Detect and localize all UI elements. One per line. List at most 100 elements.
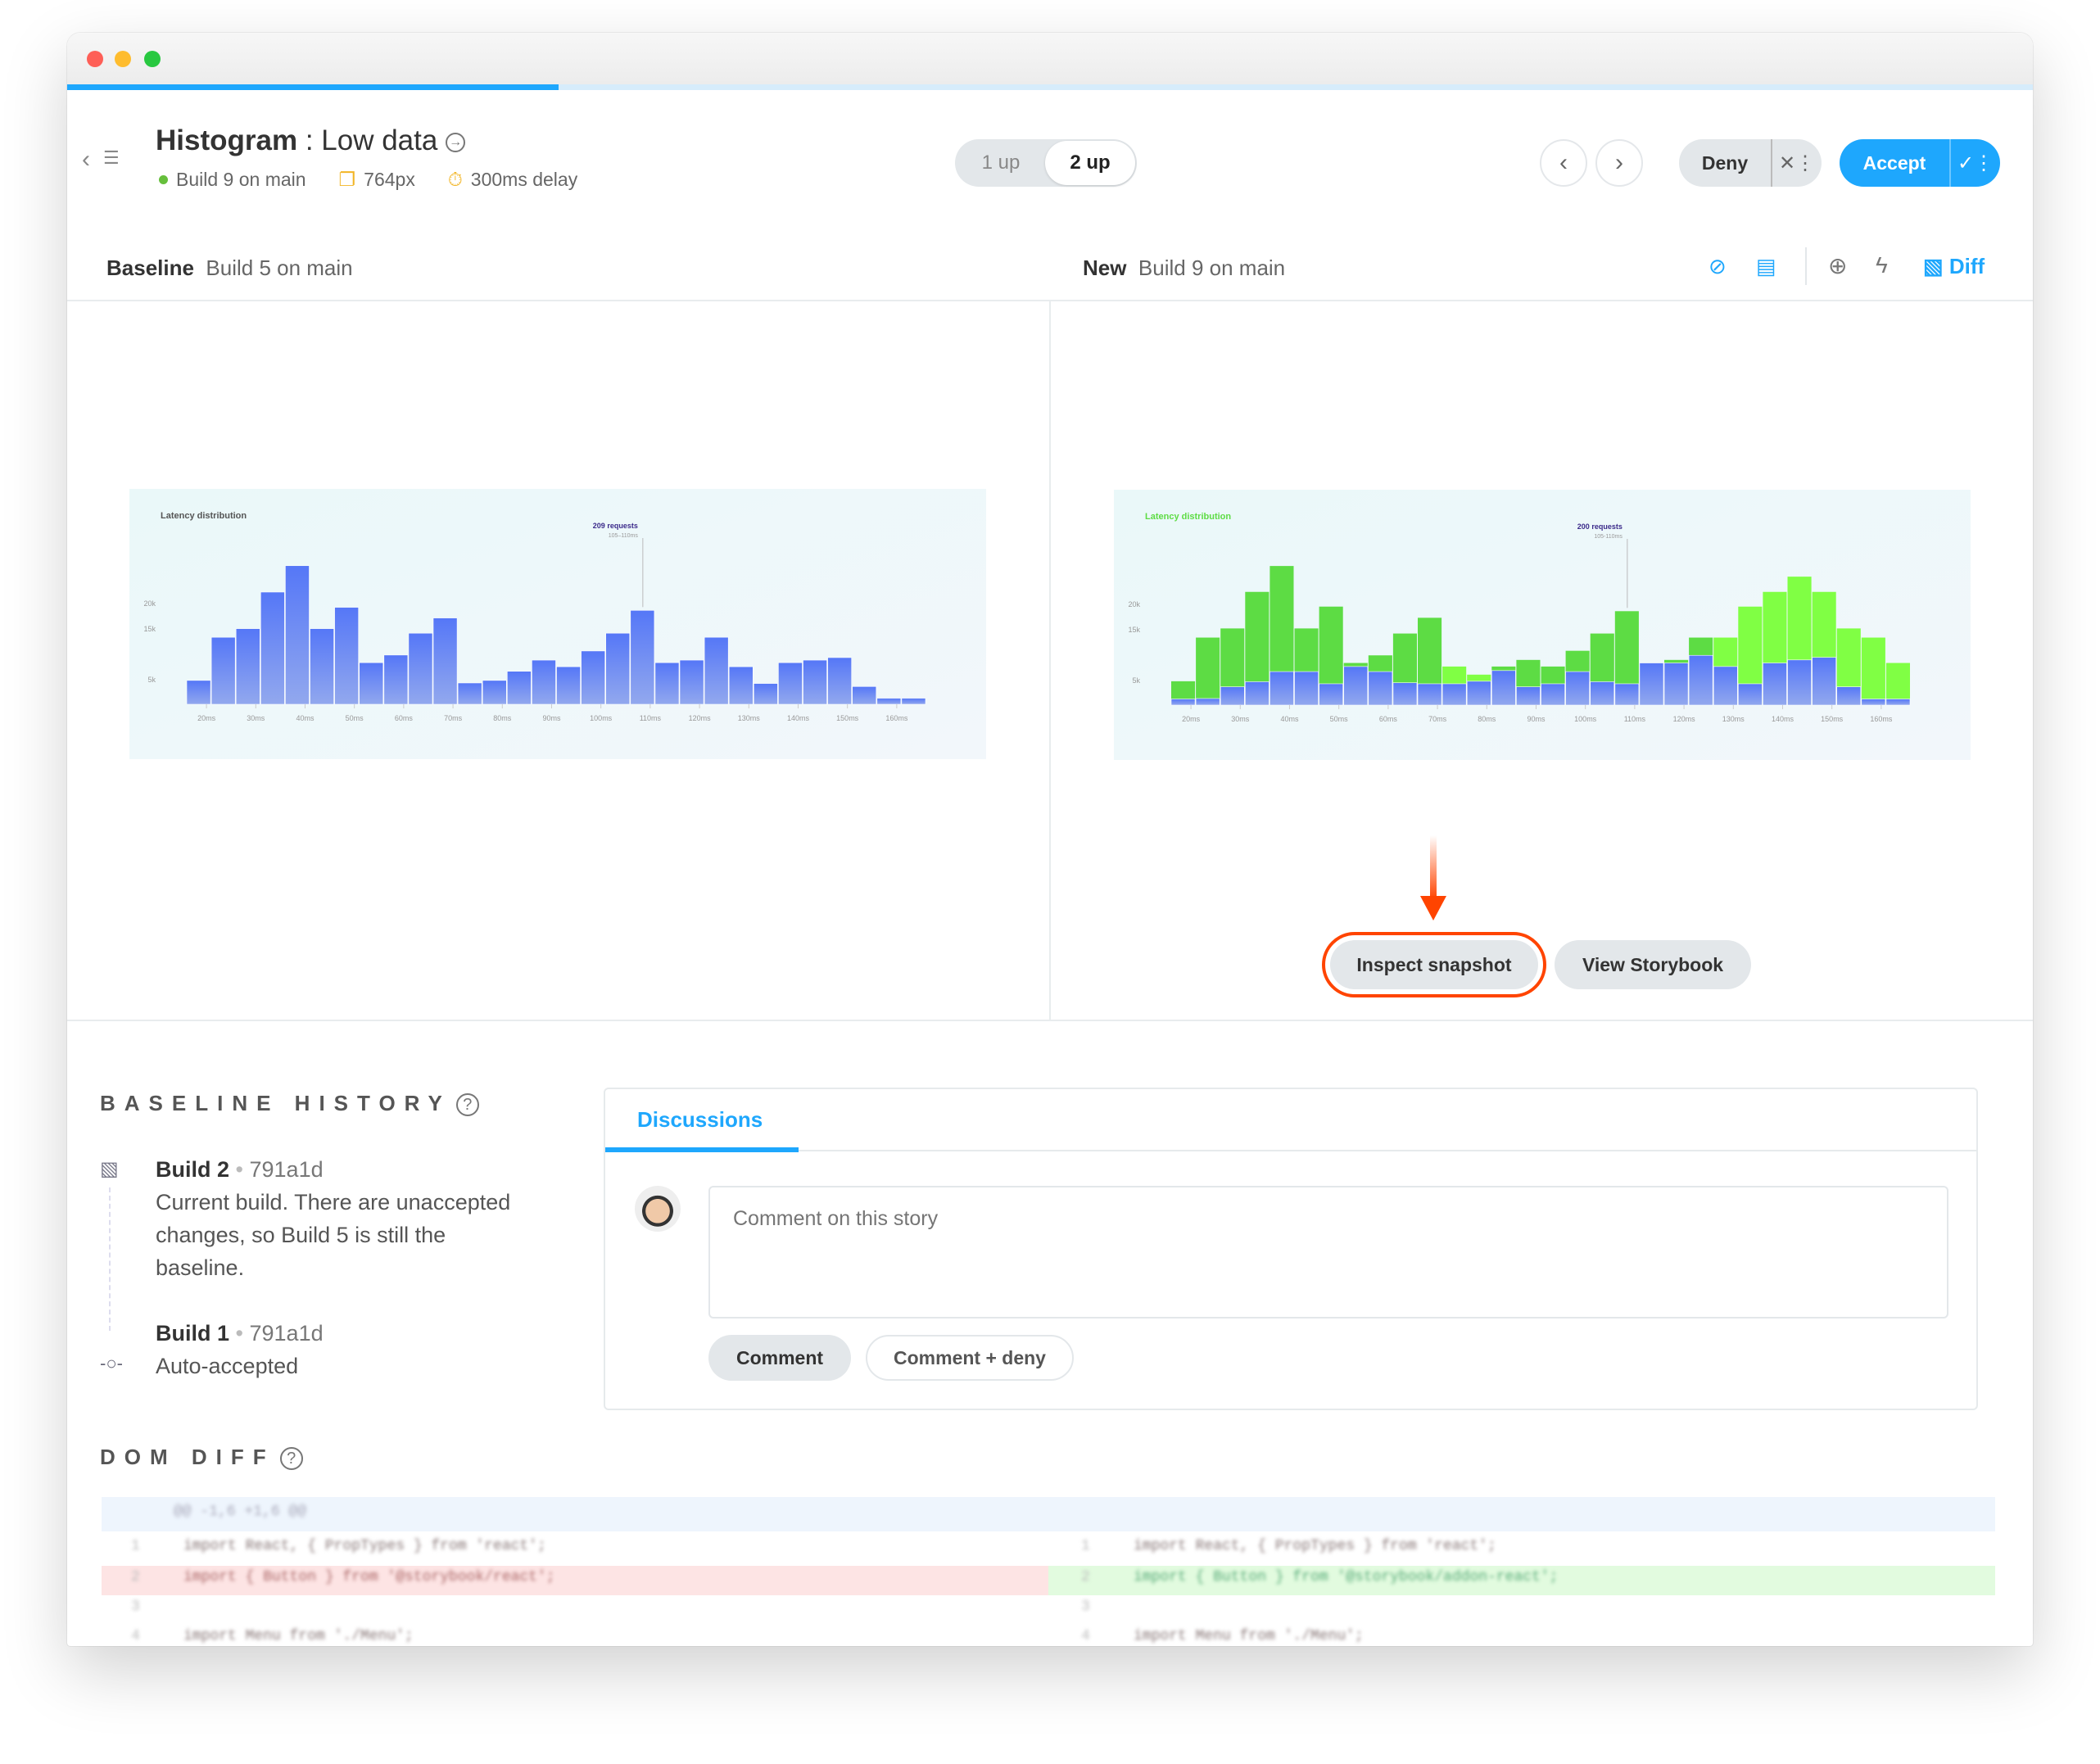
new-snapshot: Latency distribution 5k 15k 20k 20ms 30ms 40ms… [1114, 490, 1971, 760]
history-item: Build 1 • 791a1d Auto-accepted [156, 1317, 614, 1382]
histogram-bar [532, 659, 556, 705]
diff-line-number: 2 [1081, 1569, 1090, 1585]
accept-options-icon[interactable]: ✓⋮ [1951, 152, 2000, 175]
panel-divider [1049, 301, 1051, 1020]
progress-fill [67, 84, 559, 90]
histogram-bar [728, 666, 754, 705]
minimize-window-button[interactable] [115, 51, 131, 67]
view-mode-1up[interactable]: 1 up [955, 139, 1047, 187]
x-tick-label: 150ms [836, 714, 859, 722]
tab-discussions[interactable]: Discussions [637, 1107, 763, 1133]
history-text: changes, so Build 5 is still the [156, 1223, 446, 1247]
avatar [635, 1186, 681, 1232]
next-story-button[interactable]: › [1595, 139, 1643, 187]
accept-button[interactable]: Accept [1840, 152, 1949, 174]
hide-eye-icon[interactable]: ⊘ [1709, 254, 1727, 279]
diff-bar [1196, 637, 1220, 705]
histogram-bar [827, 657, 852, 705]
comment-deny-button[interactable]: Comment + deny [866, 1335, 1074, 1381]
delay-label: 300ms delay [470, 169, 578, 190]
histogram-bar [852, 686, 877, 705]
back-icon[interactable]: ‹ [82, 146, 90, 174]
view-storybook-button[interactable]: View Storybook [1555, 940, 1751, 989]
histogram-bar [1713, 666, 1738, 706]
histogram-bar [1663, 663, 1689, 706]
history-text: Current build. There are unaccepted [156, 1190, 511, 1214]
x-tick-label: 70ms [444, 714, 463, 722]
history-item: Build 2 • 791a1d Current build. There ar… [156, 1153, 614, 1284]
diff-line-code: import { Button } from '@storybook/react… [183, 1569, 555, 1585]
histogram-bar [1195, 698, 1220, 706]
histogram-bar [1170, 699, 1196, 706]
maximize-window-button[interactable] [144, 51, 161, 67]
histogram-bar [630, 610, 655, 705]
diff-line-code: import Menu from './Menu'; [1134, 1628, 1364, 1644]
x-tick-label: 100ms [1574, 715, 1597, 723]
histogram-bar [1220, 686, 1245, 706]
histogram-bar [1417, 683, 1442, 706]
histogram-bar [1565, 671, 1590, 706]
x-tick-label: 30ms [1231, 715, 1250, 723]
x-tick-label: 130ms [1722, 715, 1745, 723]
diff-toggle[interactable]: ▧ Diff [1923, 254, 1985, 279]
x-tick-label: 160ms [1870, 715, 1893, 723]
progress-bar [67, 84, 2033, 90]
histogram-bar [1368, 671, 1393, 706]
y-tick-label: 5k [147, 676, 156, 684]
history-sha[interactable]: 791a1d [250, 1157, 324, 1182]
diff-line-number: 3 [131, 1599, 140, 1615]
close-window-button[interactable] [87, 51, 103, 67]
comment-input[interactable] [708, 1186, 1948, 1318]
comments-icon[interactable]: ▤ [1756, 254, 1776, 279]
histogram-bar [704, 636, 729, 705]
previous-story-button[interactable]: ‹ [1540, 139, 1587, 187]
inspect-snapshot-button[interactable]: Inspect snapshot [1330, 940, 1538, 989]
x-tick-label: 90ms [1527, 715, 1546, 723]
tooltip-value: 209 requests [593, 522, 638, 530]
histogram-bar [1614, 683, 1640, 706]
x-tick-label: 60ms [1379, 715, 1398, 723]
histogram-bar [1441, 683, 1467, 706]
histogram-bar [285, 565, 310, 705]
x-tick-label: 90ms [542, 714, 561, 722]
y-tick-label: 15k [143, 625, 156, 633]
help-icon[interactable]: ? [279, 1447, 303, 1471]
diff-line-number: 2 [131, 1569, 140, 1585]
diff-label: Diff [1948, 254, 1985, 278]
app-window: ‹ ☰ Histogram : Low data → Build 9 on ma… [67, 33, 2033, 1646]
diff-line-code: import Menu from './Menu'; [183, 1628, 414, 1644]
histogram-bar [260, 591, 285, 705]
baseline-build: Build 5 on main [206, 256, 353, 280]
open-story-icon[interactable]: → [446, 132, 466, 152]
x-tick-label: 30ms [247, 714, 265, 722]
crosshair-icon[interactable]: ⊕ [1828, 252, 1847, 279]
baseline-heading: Baseline Build 5 on main [106, 256, 353, 281]
deny-button[interactable]: Deny [1679, 152, 1771, 174]
histogram-bar [778, 662, 803, 705]
diff-hunk-header: @@ -1,6 +1,6 @@ [174, 1504, 307, 1520]
x-tick-label: 20ms [1182, 715, 1201, 723]
strobe-off-icon[interactable]: ϟ [1876, 252, 1888, 278]
help-icon[interactable]: ? [455, 1093, 479, 1117]
new-build: Build 9 on main [1138, 256, 1286, 280]
list-icon[interactable]: ☰ [103, 147, 120, 169]
diff-line-code: import React, { PropTypes } from 'react'… [183, 1538, 546, 1554]
deny-options-icon[interactable]: ✕⋮ [1772, 152, 1822, 175]
baseline-snapshot: Latency distribution 5k 15k 20k 20ms 30ms 40ms… [129, 489, 986, 759]
dom-diff-heading: DOM DIFF? [100, 1445, 303, 1471]
histogram-bar [654, 662, 680, 705]
timer-icon: ⏱ [447, 169, 463, 190]
history-build: Build 1 [156, 1321, 230, 1346]
diff-line-number: 4 [1081, 1628, 1090, 1644]
view-mode-2up[interactable]: 2 up [1045, 141, 1135, 185]
x-tick-label: 150ms [1821, 715, 1844, 723]
story-meta: Build 9 on main ❐ 764px ⏱ 300ms delay [159, 169, 577, 191]
history-sha[interactable]: 791a1d [250, 1321, 324, 1346]
histogram-bar [1590, 681, 1615, 706]
build-label: Build 9 on main [176, 169, 306, 190]
diff-line-number: 4 [131, 1628, 140, 1644]
comment-button[interactable]: Comment [708, 1335, 851, 1381]
x-tick-label: 20ms [197, 714, 216, 722]
chart-title: Latency distribution [1145, 512, 1231, 522]
x-tick-label: 60ms [395, 714, 414, 722]
